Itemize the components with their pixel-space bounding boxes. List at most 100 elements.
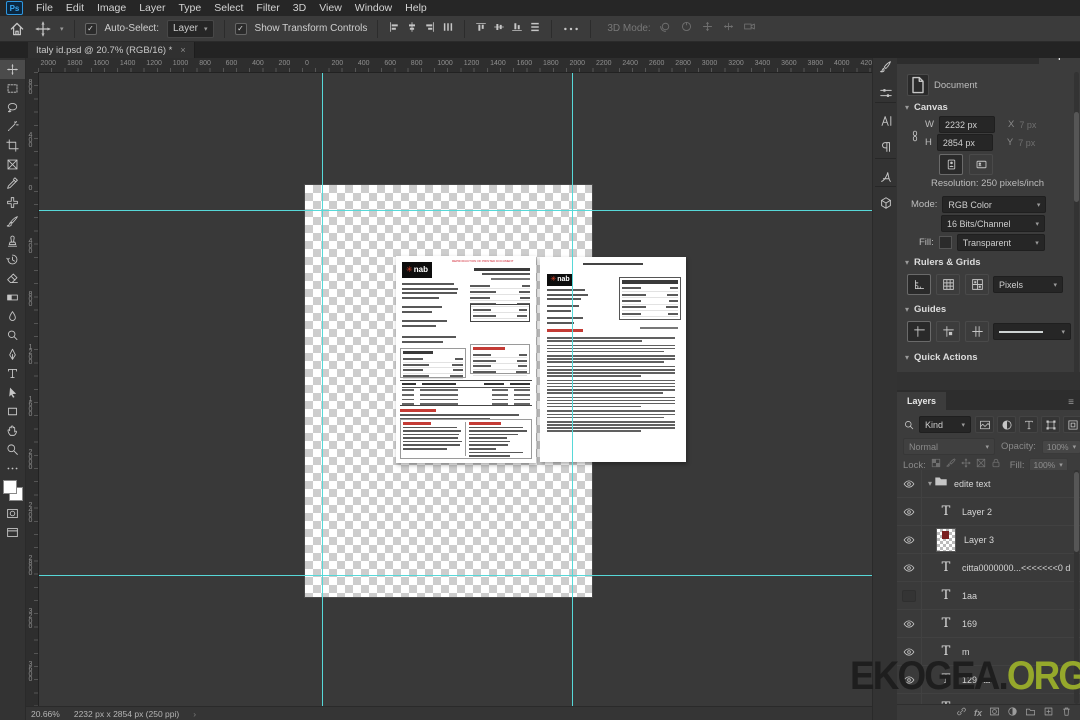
text-layer-icon[interactable]: T (936, 616, 956, 631)
zoom-tool[interactable] (0, 440, 25, 459)
eraser-tool[interactable] (0, 269, 25, 288)
statement-page[interactable]: ✳ nab REPRODUCTION OF PRINTED DOCUMENT (396, 256, 536, 463)
layers-panel-menu-icon[interactable]: ≡ (1062, 395, 1080, 410)
menu-select[interactable]: Select (214, 2, 243, 14)
menu-type[interactable]: Type (178, 2, 201, 14)
guide3-button[interactable] (965, 321, 989, 342)
layer-visibility-eye-icon[interactable] (897, 498, 922, 525)
menu-view[interactable]: View (319, 2, 342, 14)
stamp-tool[interactable] (0, 231, 25, 250)
align-b-icon[interactable] (511, 20, 523, 38)
blur-tool[interactable] (0, 307, 25, 326)
layer-row[interactable]: Tcitta0000000...<<<<<<<0 d (897, 554, 1080, 582)
layer-name[interactable]: citta0000000...<<<<<<<0 d (962, 563, 1070, 573)
properties-scrollbar[interactable] (1074, 72, 1079, 382)
canvas-height-field[interactable]: 2854 px (936, 134, 993, 151)
rulers-grids-header[interactable]: ▾ Rulers & Grids (905, 257, 981, 268)
orientation-landscape-button[interactable] (969, 154, 993, 175)
brushes-panel-icon[interactable] (877, 58, 894, 75)
pen-tool[interactable] (0, 345, 25, 364)
group-twisty-icon[interactable]: ▾ (928, 479, 932, 488)
grid-button[interactable] (936, 274, 960, 295)
move-tool-preset-icon[interactable] (34, 20, 52, 38)
zoom-level[interactable]: 20.66% (31, 709, 60, 719)
layer-row[interactable]: ▾ edite text (897, 470, 1080, 498)
gradient-tool[interactable] (0, 288, 25, 307)
fill-dropdown[interactable]: Transparent ▾ (956, 234, 1045, 251)
f-type-filter-button[interactable] (1019, 416, 1038, 433)
preset-caret-icon[interactable]: ▾ (60, 25, 64, 33)
text-layer-icon[interactable]: T (936, 504, 956, 519)
color-swatches[interactable] (0, 478, 25, 504)
layer-name[interactable]: Layer 2 (962, 507, 992, 517)
quick-actions-header[interactable]: ▾ Quick Actions (905, 352, 978, 363)
fill-swatch[interactable] (938, 236, 952, 249)
more-options-icon[interactable] (562, 20, 580, 38)
ruler-units-dropdown[interactable]: Pixels ▾ (993, 276, 1063, 293)
hand-tool[interactable] (0, 421, 25, 440)
align-t-icon[interactable] (475, 20, 487, 38)
folder-icon[interactable] (1025, 704, 1036, 720)
shape-tool[interactable] (0, 402, 25, 421)
char-panel-icon[interactable] (877, 112, 894, 129)
menu-filter[interactable]: Filter (256, 2, 279, 14)
canvas-width-field[interactable]: 2232 px (938, 116, 995, 133)
dodge-tool[interactable] (0, 326, 25, 345)
tab-layers[interactable]: Layers (897, 392, 947, 410)
menu-file[interactable]: File (36, 2, 53, 14)
f-smart-filter-button[interactable] (1063, 416, 1080, 433)
menu-help[interactable]: Help (405, 2, 427, 14)
menu-window[interactable]: Window (355, 2, 392, 14)
adj-icon[interactable] (1007, 704, 1018, 720)
status-chevron-icon[interactable]: › (193, 709, 196, 719)
layer-visibility-eye-icon[interactable] (897, 470, 922, 497)
dist-h-icon[interactable] (442, 20, 454, 38)
bit-depth-dropdown[interactable]: 16 Bits/Channel ▾ (941, 215, 1045, 232)
layer-visibility-eye-icon[interactable] (897, 554, 922, 581)
mask-icon[interactable] (989, 704, 1000, 720)
auto-select-checkbox[interactable]: ✓ (84, 22, 97, 35)
menu-edit[interactable]: Edit (66, 2, 84, 14)
f-pixel-filter-button[interactable] (975, 416, 994, 433)
blend-mode-dropdown[interactable]: Normal ▾ (903, 438, 995, 455)
horizontal-guide-1[interactable] (38, 210, 872, 211)
para-panel-icon[interactable] (877, 138, 894, 155)
layer-row[interactable]: T Layer 2 (897, 498, 1080, 526)
f-shape-filter-button[interactable] (1041, 416, 1060, 433)
guides-header[interactable]: ▾ Guides (905, 304, 946, 315)
pixelgrid-button[interactable] (965, 274, 989, 295)
vertical-guide-2[interactable] (572, 72, 573, 706)
brush-tool[interactable] (0, 212, 25, 231)
layer-visibility-eye-icon[interactable] (897, 610, 922, 637)
layer-row[interactable]: Layer 3 (897, 526, 1080, 554)
opacity-value[interactable]: 100% ▾ (1041, 439, 1080, 454)
type-tool[interactable] (0, 364, 25, 383)
align-ch-icon[interactable] (406, 20, 418, 38)
canvas-section-header[interactable]: ▾ Canvas (905, 102, 948, 113)
ellipsis-tool[interactable] (0, 459, 25, 478)
3d-panel-icon[interactable] (877, 194, 894, 211)
menu-3d[interactable]: 3D (293, 2, 306, 14)
vertical-guide-1[interactable] (322, 72, 323, 706)
layer-row[interactable]: T 1aa (897, 582, 1080, 610)
guide-style-dropdown[interactable]: ▾ (993, 323, 1071, 340)
orientation-portrait-button[interactable] (939, 154, 963, 175)
layer-row[interactable]: T 169 (897, 610, 1080, 638)
frame-tool[interactable] (0, 155, 25, 174)
menu-layer[interactable]: Layer (139, 2, 165, 14)
wh-link-icon[interactable] (909, 120, 921, 152)
pathsel-tool[interactable] (0, 383, 25, 402)
fx-icon[interactable]: fx (974, 708, 982, 718)
letter-page[interactable]: ✳ nab (540, 257, 686, 462)
ruler-corner-button[interactable] (907, 274, 931, 295)
layer-name[interactable]: 1aa (962, 591, 977, 601)
layer-thumbnail[interactable] (936, 527, 956, 552)
document-tab[interactable]: Italy id.psd @ 20.7% (RGB/16) * × (28, 42, 195, 58)
trash-icon[interactable] (1061, 704, 1072, 720)
home-icon[interactable] (8, 20, 26, 38)
guide1-button[interactable] (907, 321, 931, 342)
lasso-tool[interactable] (0, 98, 25, 117)
history-tool[interactable] (0, 250, 25, 269)
crop-tool[interactable] (0, 136, 25, 155)
move-tool[interactable] (0, 60, 25, 79)
